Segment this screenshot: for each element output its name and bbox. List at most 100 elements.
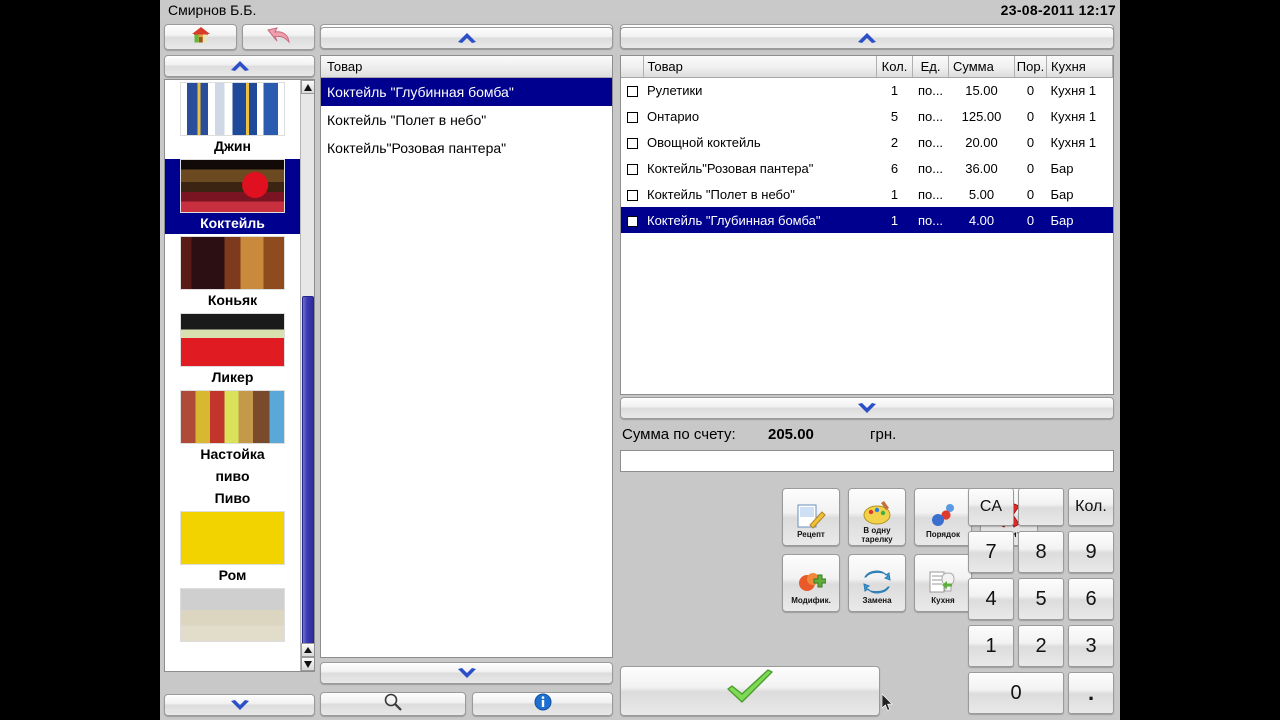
order-column-header: Кол. — [877, 56, 913, 77]
order-cell-unit: по... — [913, 77, 949, 103]
order-column-header: Ед. — [913, 56, 949, 77]
scrollbar-thumb[interactable] — [302, 296, 314, 661]
order-row-checkbox[interactable] — [621, 77, 643, 103]
order-cell-sum: 20.00 — [949, 129, 1015, 155]
key-6[interactable]: 6 — [1068, 578, 1114, 620]
checkbox-icon — [627, 190, 638, 201]
action-button[interactable]: В одну тарелку — [848, 488, 906, 546]
category-item[interactable]: Коктейль — [165, 159, 300, 234]
order-row-checkbox[interactable] — [621, 207, 643, 233]
category-label: Ликер — [165, 367, 300, 388]
product-list-panel: Товар Коктейль "Глубинная бомба"Коктейль… — [320, 55, 613, 658]
key-ca[interactable]: CA — [968, 488, 1014, 526]
scroll-up-arrow[interactable] — [301, 80, 315, 94]
key-2[interactable]: 2 — [1018, 625, 1064, 667]
order-row[interactable]: Коктейль "Глубинная бомба"1по...4.000Бар — [621, 207, 1113, 233]
order-row-checkbox[interactable] — [621, 181, 643, 207]
category-thumbnail — [180, 82, 285, 136]
order-cell-qty: 5 — [877, 103, 913, 129]
action-button-label: Рецепт — [797, 530, 825, 539]
chevron-up-icon — [856, 32, 878, 44]
order-column-header: Пор. — [1015, 56, 1047, 77]
action-button-label: Порядок — [926, 530, 960, 539]
category-item[interactable]: Ликер — [165, 313, 300, 388]
products-scroll-down-button[interactable] — [320, 662, 613, 684]
order-cell-sum: 36.00 — [949, 155, 1015, 181]
order-row[interactable]: Онтарио5по...125.000Кухня 1 — [621, 103, 1113, 129]
order-cell-kitchen: Кухня 1 — [1047, 77, 1113, 103]
key-4[interactable]: 4 — [968, 578, 1014, 620]
order-cell-por: 0 — [1015, 155, 1047, 181]
logged-in-user: Смирнов Б.Б. — [168, 2, 256, 18]
order-row-checkbox[interactable] — [621, 155, 643, 181]
order-column-header: Товар — [643, 56, 877, 77]
order-cell-por: 0 — [1015, 103, 1047, 129]
back-arrow-icon — [266, 26, 292, 49]
category-item[interactable]: Джин — [165, 82, 300, 157]
category-label: Пиво — [165, 487, 300, 509]
category-item[interactable]: Пиво — [165, 487, 300, 509]
order-list-scroll-up-button[interactable] — [620, 27, 1114, 49]
order-cell-qty: 6 — [877, 155, 913, 181]
order-row[interactable]: Рулетики1по...15.000Кухня 1 — [621, 77, 1113, 103]
products-scroll-up-button[interactable] — [320, 27, 613, 49]
order-list-scroll-down-button[interactable] — [620, 397, 1114, 419]
action-button-label: Замена — [862, 596, 891, 605]
action-button[interactable]: Модифик. — [782, 554, 840, 612]
key-blank[interactable] — [1018, 488, 1064, 526]
key-7[interactable]: 7 — [968, 531, 1014, 573]
category-scrollbar[interactable] — [300, 80, 315, 671]
order-cell-por: 0 — [1015, 77, 1047, 103]
product-list-item[interactable]: Коктейль"Розовая пантера" — [321, 134, 612, 162]
order-cell-name: Рулетики — [643, 77, 877, 103]
confirm-button[interactable] — [620, 666, 880, 716]
key-0[interactable]: 0 — [968, 672, 1064, 714]
info-button[interactable] — [472, 692, 613, 716]
action-button[interactable]: Порядок — [914, 488, 972, 546]
order-column-header: Кухня — [1047, 56, 1113, 77]
key-1[interactable]: 1 — [968, 625, 1014, 667]
order-cell-sum: 15.00 — [949, 77, 1015, 103]
order-row-checkbox[interactable] — [621, 129, 643, 155]
key-3[interactable]: 3 — [1068, 625, 1114, 667]
search-button[interactable] — [320, 692, 466, 716]
order-row-checkbox[interactable] — [621, 103, 643, 129]
category-scroll-up-button[interactable] — [164, 55, 315, 77]
order-cell-qty: 2 — [877, 129, 913, 155]
order-cell-qty: 1 — [877, 207, 913, 233]
scroll-down-arrow[interactable] — [301, 657, 315, 671]
category-item[interactable]: Коньяк — [165, 236, 300, 311]
order-row[interactable]: Коктейль"Розовая пантера"6по...36.000Бар — [621, 155, 1113, 181]
key-5[interactable]: 5 — [1018, 578, 1064, 620]
order-cell-sum: 4.00 — [949, 207, 1015, 233]
category-item[interactable]: Настойка — [165, 390, 300, 465]
order-row[interactable]: Коктейль "Полет в небо"1по...5.000Бар — [621, 181, 1113, 207]
one-plate-icon — [862, 491, 892, 525]
product-list-item[interactable]: Коктейль "Полет в небо" — [321, 106, 612, 134]
category-item[interactable]: пиво — [165, 465, 300, 487]
category-item[interactable]: Ром — [165, 511, 300, 586]
checkbox-icon — [627, 164, 638, 175]
order-row[interactable]: Овощной коктейль2по...20.000Кухня 1 — [621, 129, 1113, 155]
product-list-item[interactable]: Коктейль "Глубинная бомба" — [321, 78, 612, 106]
order-text-input[interactable] — [620, 450, 1114, 472]
category-label: Коньяк — [165, 290, 300, 311]
order-table-header-row: ТоварКол.Ед.СуммаПор.Кухня — [621, 56, 1113, 77]
action-button[interactable]: Рецепт — [782, 488, 840, 546]
order-cell-qty: 1 — [877, 77, 913, 103]
action-button[interactable]: Кухня — [914, 554, 972, 612]
category-item[interactable] — [165, 588, 300, 642]
category-scroll-down-button[interactable] — [164, 694, 315, 716]
back-button[interactable] — [242, 24, 315, 50]
home-button[interactable] — [164, 24, 237, 50]
order-table-body: Рулетики1по...15.000Кухня 1Онтарио5по...… — [621, 77, 1113, 233]
scroll-split-arrow[interactable] — [301, 643, 315, 657]
key-8[interactable]: 8 — [1018, 531, 1064, 573]
key-9[interactable]: 9 — [1068, 531, 1114, 573]
key-dot[interactable]: . — [1068, 672, 1114, 714]
category-thumbnail — [180, 390, 285, 444]
order-cell-unit: по... — [913, 155, 949, 181]
action-button-label: Кухня — [931, 596, 954, 605]
key-quantity[interactable]: Кол. — [1068, 488, 1114, 526]
action-button[interactable]: Замена — [848, 554, 906, 612]
